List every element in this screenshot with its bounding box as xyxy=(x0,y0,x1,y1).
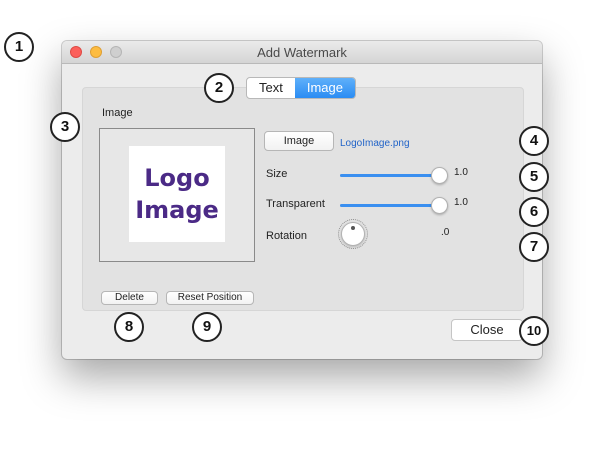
callout-2: 2 xyxy=(204,73,234,103)
watermark-type-segmented-control: Text Image xyxy=(246,77,356,99)
callout-7: 7 xyxy=(519,232,549,262)
choose-image-button[interactable]: Image xyxy=(264,131,334,151)
size-label: Size xyxy=(266,168,288,180)
rotation-value: .0 xyxy=(441,227,450,238)
tab-text[interactable]: Text xyxy=(247,78,295,98)
size-slider-fill xyxy=(340,174,436,177)
image-section-label: Image xyxy=(102,107,133,119)
size-slider-thumb[interactable] xyxy=(431,167,448,184)
callout-6: 6 xyxy=(519,197,549,227)
callout-3: 3 xyxy=(50,112,80,142)
callout-10: 10 xyxy=(519,316,549,346)
rotation-indicator-icon xyxy=(351,226,355,230)
logo-text-line1: Logo xyxy=(144,164,210,192)
logo-text-line2: Image xyxy=(135,196,219,224)
image-preview-box[interactable]: Logo Image xyxy=(99,128,255,262)
transparent-value: 1.0 xyxy=(454,197,468,208)
screenshot-canvas: Add Watermark Text Image Image Logo Imag… xyxy=(0,0,602,449)
tab-image[interactable]: Image xyxy=(294,78,355,98)
size-slider[interactable] xyxy=(340,174,442,177)
add-watermark-window: Add Watermark Text Image Image Logo Imag… xyxy=(62,41,542,359)
title-bar[interactable]: Add Watermark xyxy=(62,41,542,64)
rotation-label: Rotation xyxy=(266,230,307,242)
callout-9: 9 xyxy=(192,312,222,342)
transparent-slider-thumb[interactable] xyxy=(431,197,448,214)
delete-button[interactable]: Delete xyxy=(101,291,158,305)
logo-image-preview: Logo Image xyxy=(129,146,225,242)
callout-8: 8 xyxy=(114,312,144,342)
transparent-slider[interactable] xyxy=(340,204,442,207)
transparent-slider-fill xyxy=(340,204,436,207)
window-title: Add Watermark xyxy=(257,45,347,60)
size-value: 1.0 xyxy=(454,167,468,178)
reset-position-button[interactable]: Reset Position xyxy=(166,291,254,305)
callout-5: 5 xyxy=(519,162,549,192)
rotation-knob[interactable] xyxy=(341,222,365,246)
callout-1: 1 xyxy=(4,32,34,62)
transparent-label: Transparent xyxy=(266,198,325,210)
image-filename: LogoImage.png xyxy=(340,138,410,149)
close-button[interactable]: Close xyxy=(451,319,523,341)
callout-4: 4 xyxy=(519,126,549,156)
